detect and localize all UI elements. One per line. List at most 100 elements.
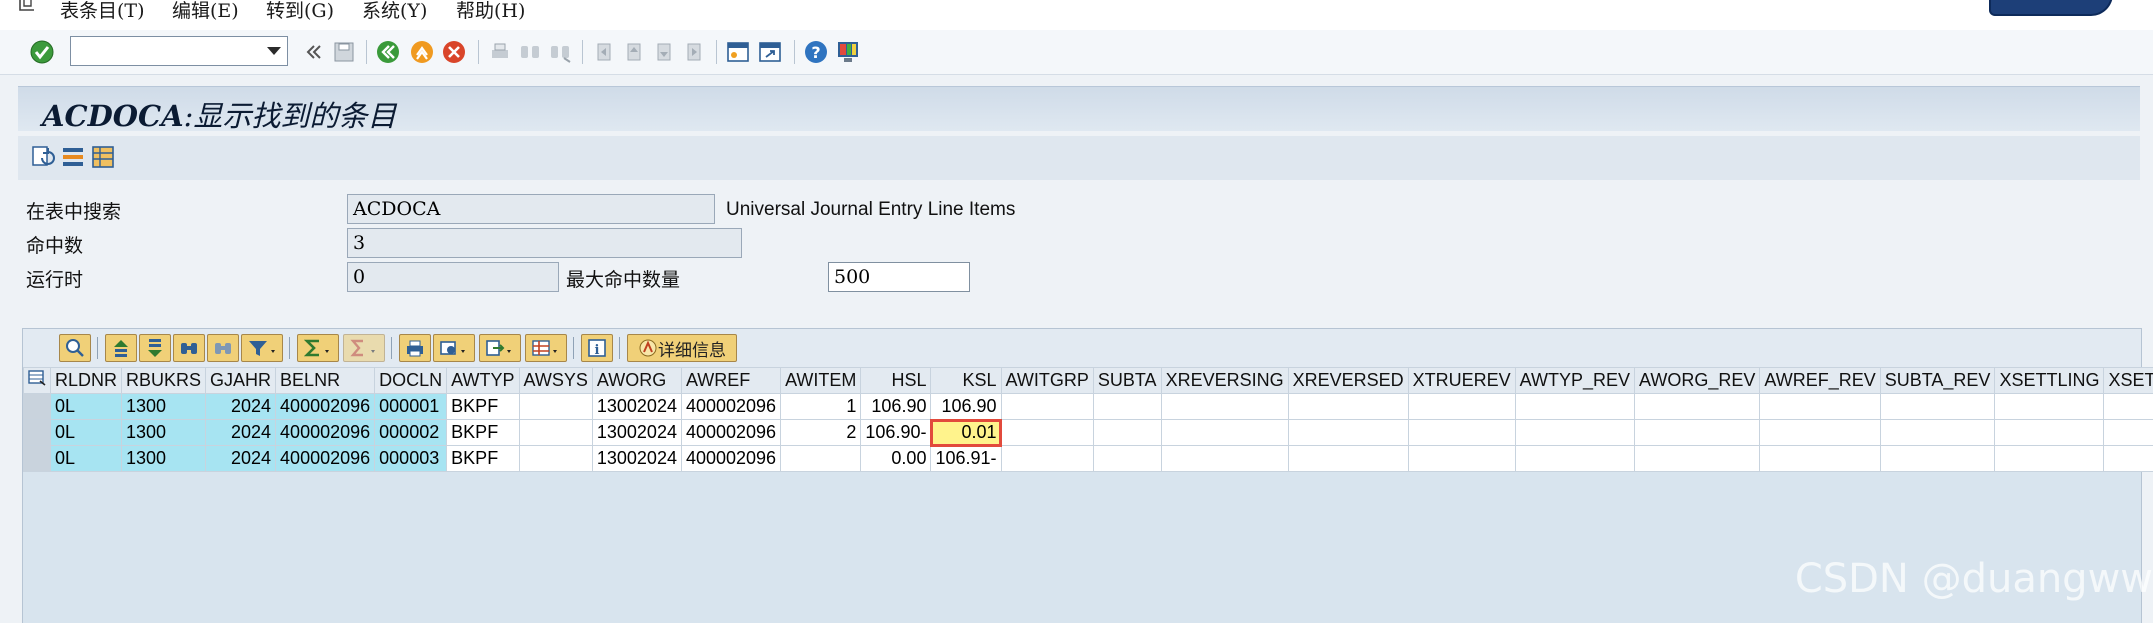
table-cell[interactable] xyxy=(519,420,592,446)
table-cell[interactable]: 400002096 xyxy=(681,446,780,472)
table-row[interactable]: 0L13002024400002096000002BKPF13002024400… xyxy=(24,420,2153,446)
table-cell[interactable]: 400002096 xyxy=(276,446,375,472)
col-header[interactable]: BELNR xyxy=(276,368,375,394)
table-cell[interactable]: BKPF xyxy=(447,394,519,420)
search-table-field[interactable]: ACDOCA xyxy=(347,194,715,224)
table-cell[interactable]: 106.91- xyxy=(931,446,1001,472)
table-cell[interactable]: 1300 xyxy=(122,446,206,472)
refresh-icon[interactable] xyxy=(30,144,56,170)
table-cell[interactable] xyxy=(1408,420,1515,446)
views-icon[interactable] xyxy=(433,334,475,362)
dropdown-arrow-icon[interactable] xyxy=(267,47,281,55)
table-cell[interactable] xyxy=(1760,420,1880,446)
table-cell[interactable] xyxy=(1288,446,1408,472)
table-cell[interactable] xyxy=(1093,420,1161,446)
table-row[interactable]: 0L13002024400002096000001BKPF13002024400… xyxy=(24,394,2153,420)
col-header[interactable]: AWITEM xyxy=(781,368,861,394)
table-cell[interactable] xyxy=(1093,446,1161,472)
table-cell[interactable] xyxy=(781,446,861,472)
col-header[interactable]: HSL xyxy=(861,368,931,394)
table-cell[interactable]: 0L xyxy=(51,394,122,420)
col-header[interactable]: XREVERSED xyxy=(1288,368,1408,394)
total-icon[interactable] xyxy=(297,334,339,362)
col-header[interactable]: SUBTA_REV xyxy=(1880,368,1995,394)
col-header[interactable]: SUBTA xyxy=(1093,368,1161,394)
table-cell[interactable] xyxy=(1995,446,2104,472)
collapse-icon[interactable] xyxy=(300,38,328,66)
cancel-icon[interactable] xyxy=(440,38,468,66)
col-header[interactable]: AWORG_REV xyxy=(1635,368,1760,394)
print-icon[interactable] xyxy=(486,38,514,66)
table-cell[interactable] xyxy=(1635,420,1760,446)
menu-system[interactable]: 系统(Y) xyxy=(362,0,427,23)
col-header[interactable]: AWTYP xyxy=(447,368,519,394)
table-cell[interactable]: 400002096 xyxy=(276,394,375,420)
table-cell[interactable] xyxy=(1001,394,1093,420)
table-cell[interactable]: 400002096 xyxy=(681,394,780,420)
table-cell[interactable]: 2024 xyxy=(206,394,276,420)
col-header[interactable]: XREVERSING xyxy=(1161,368,1288,394)
find-icon[interactable] xyxy=(173,334,205,362)
table-cell[interactable] xyxy=(1515,446,1634,472)
sort-ascending-icon[interactable] xyxy=(105,334,137,362)
table-cell[interactable] xyxy=(1161,420,1288,446)
col-header[interactable]: AWTYP_REV xyxy=(1515,368,1634,394)
table-cell[interactable] xyxy=(1995,394,2104,420)
shortcut-icon[interactable] xyxy=(756,38,784,66)
first-page-icon[interactable] xyxy=(590,38,618,66)
table-cell[interactable] xyxy=(1880,446,1995,472)
table-cell[interactable] xyxy=(1880,420,1995,446)
table-cell[interactable] xyxy=(519,446,592,472)
table-cell[interactable] xyxy=(1161,394,1288,420)
select-all-icon[interactable] xyxy=(24,368,51,394)
table-contents-icon[interactable] xyxy=(90,144,116,170)
table-cell[interactable] xyxy=(1995,420,2104,446)
col-header[interactable]: XSETTLING xyxy=(1995,368,2104,394)
row-selector[interactable] xyxy=(24,394,51,420)
col-header[interactable]: AWORG xyxy=(592,368,681,394)
find-icon[interactable] xyxy=(516,38,544,66)
help-icon[interactable]: ? xyxy=(802,38,830,66)
menu-goto[interactable]: 转到(G) xyxy=(266,0,334,23)
table-cell[interactable] xyxy=(519,394,592,420)
table-cell[interactable]: 2024 xyxy=(206,420,276,446)
table-cell[interactable]: 1300 xyxy=(122,394,206,420)
table-cell[interactable]: 1300 xyxy=(122,420,206,446)
max-hits-field[interactable]: 500 xyxy=(828,262,970,292)
details-icon[interactable] xyxy=(59,334,91,362)
table-cell[interactable] xyxy=(1760,446,1880,472)
subtotal-icon[interactable] xyxy=(343,334,385,362)
table-row[interactable]: 0L13002024400002096000003BKPF13002024400… xyxy=(24,446,2153,472)
save-icon[interactable] xyxy=(330,38,358,66)
col-header[interactable]: KSL xyxy=(931,368,1001,394)
next-page-icon[interactable] xyxy=(650,38,678,66)
hits-field[interactable]: 3 xyxy=(347,228,742,258)
table-cell[interactable] xyxy=(1093,394,1161,420)
table-cell[interactable]: 106.90- xyxy=(861,420,931,446)
selection-criteria-icon[interactable] xyxy=(60,144,86,170)
table-cell[interactable] xyxy=(1001,446,1093,472)
table-cell[interactable]: 106.90 xyxy=(861,394,931,420)
back-icon[interactable] xyxy=(374,38,402,66)
col-header[interactable]: RLDNR xyxy=(51,368,122,394)
col-header[interactable]: AWITGRP xyxy=(1001,368,1093,394)
layout-icon[interactable] xyxy=(525,334,567,362)
table-cell[interactable]: 0.00 xyxy=(861,446,931,472)
col-header[interactable]: DOCLN xyxy=(375,368,447,394)
table-cell[interactable] xyxy=(1408,446,1515,472)
table-cell[interactable]: 13002024 xyxy=(592,420,681,446)
table-cell[interactable] xyxy=(1635,394,1760,420)
table-cell[interactable] xyxy=(1161,446,1288,472)
table-cell[interactable] xyxy=(2104,420,2153,446)
col-header[interactable]: AWREF_REV xyxy=(1760,368,1880,394)
table-cell[interactable]: 2 xyxy=(781,420,861,446)
table-cell[interactable]: 2024 xyxy=(206,446,276,472)
table-cell[interactable] xyxy=(1288,394,1408,420)
row-selector[interactable] xyxy=(24,420,51,446)
highlighted-ksl-cell[interactable]: 0.01 xyxy=(931,420,1001,446)
table-cell[interactable] xyxy=(1635,446,1760,472)
detail-info-button[interactable]: 详细信息 xyxy=(627,334,737,362)
table-cell[interactable] xyxy=(1515,394,1634,420)
enter-icon[interactable] xyxy=(28,38,56,66)
table-cell[interactable]: 400002096 xyxy=(276,420,375,446)
